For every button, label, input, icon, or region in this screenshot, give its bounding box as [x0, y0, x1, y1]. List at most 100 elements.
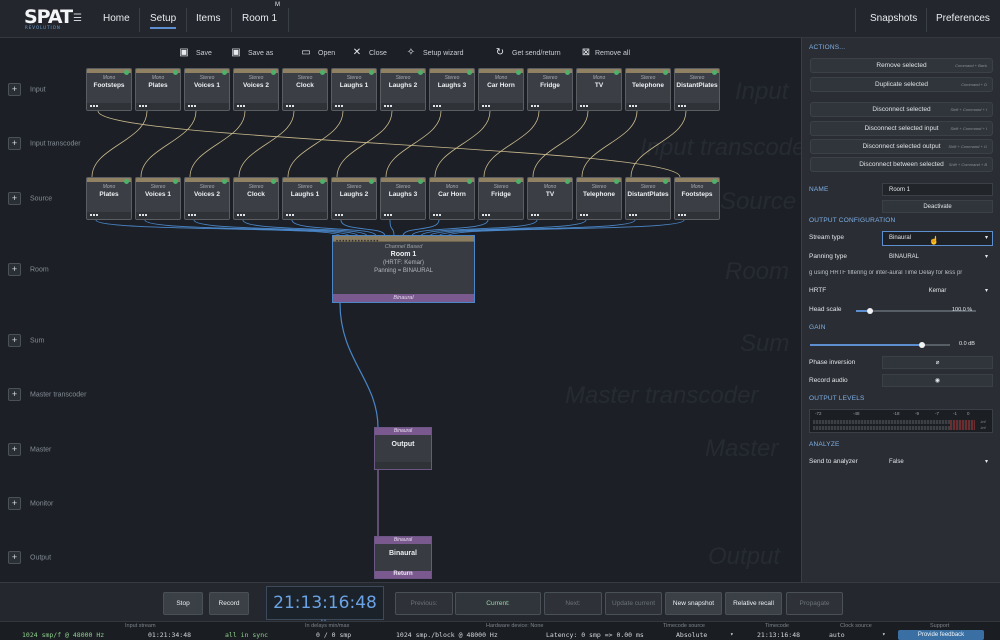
- node-output-port[interactable]: [139, 214, 147, 217]
- node-output-port[interactable]: [482, 105, 490, 108]
- node-output-port[interactable]: [580, 105, 588, 108]
- new-snapshot-button[interactable]: New snapshot: [665, 592, 722, 615]
- node-type: Mono: [445, 184, 459, 190]
- input-node[interactable]: Stereo Voices 2: [233, 68, 279, 111]
- source-node[interactable]: Stereo DistantPlates: [625, 177, 671, 220]
- node-output-port[interactable]: [433, 214, 441, 217]
- node-output-port[interactable]: [384, 214, 392, 217]
- node-output-port[interactable]: [678, 214, 686, 217]
- node-output-port[interactable]: [188, 214, 196, 217]
- input-node[interactable]: Stereo Fridge: [527, 68, 573, 111]
- panning-type-select[interactable]: BINAURAL ▾: [882, 250, 993, 263]
- name-field[interactable]: Room 1: [882, 183, 993, 196]
- record-audio-toggle[interactable]: ◉: [882, 374, 993, 387]
- source-node[interactable]: Stereo Laughs 1: [282, 177, 328, 220]
- node-output-port[interactable]: [482, 214, 490, 217]
- node-output-port[interactable]: [629, 105, 637, 108]
- input-node[interactable]: Stereo Laughs 2: [380, 68, 426, 111]
- input-node[interactable]: Stereo Voices 1: [184, 68, 230, 111]
- node-type: Stereo: [248, 184, 264, 190]
- send-to-analyzer-select[interactable]: False ▾: [882, 455, 993, 468]
- current-snapshot-button[interactable]: Current:: [455, 592, 541, 615]
- duplicate-selected-button[interactable]: Duplicate selected Command + D: [810, 77, 993, 92]
- source-node[interactable]: Stereo Laughs 3: [380, 177, 426, 220]
- clock-source-select[interactable]: auto: [829, 631, 845, 639]
- node-output-port[interactable]: [335, 105, 343, 108]
- node-output-port[interactable]: [531, 214, 539, 217]
- stop-button[interactable]: Stop: [163, 592, 203, 615]
- source-node[interactable]: Stereo Fridge: [478, 177, 524, 220]
- input-node[interactable]: Stereo DistantPlates: [674, 68, 720, 111]
- source-node[interactable]: Mono Car Horn: [429, 177, 475, 220]
- input-node[interactable]: Mono TV: [576, 68, 622, 111]
- input-node[interactable]: Stereo Telephone: [625, 68, 671, 111]
- master-output-node[interactable]: Binaural Output: [374, 427, 432, 470]
- actions-title[interactable]: ACTIONS...: [809, 44, 845, 51]
- phase-inversion-toggle[interactable]: ⌀: [882, 356, 993, 369]
- node-name: Fridge: [491, 191, 511, 198]
- node-output-port[interactable]: [286, 214, 294, 217]
- gain-slider-handle[interactable]: [919, 342, 925, 348]
- source-node[interactable]: Stereo Voices 1: [135, 177, 181, 220]
- meter-tick-label: 0: [967, 411, 970, 416]
- hrtf-select[interactable]: Kemar ▾: [882, 284, 993, 297]
- node-type: Stereo: [640, 75, 656, 81]
- node-output-port[interactable]: [237, 214, 245, 217]
- node-status-icon: [418, 179, 423, 184]
- node-output-port[interactable]: [531, 105, 539, 108]
- remove-selected-label: Remove selected: [876, 62, 927, 69]
- disconnect-selected-input-button[interactable]: Disconnect selected input Shift + Command…: [810, 121, 993, 136]
- next-snapshot-button[interactable]: Next:: [544, 592, 602, 615]
- propagate-button[interactable]: Propagate: [786, 592, 843, 615]
- node-output-port[interactable]: [90, 105, 98, 108]
- disconnect-selected-button[interactable]: Disconnect selected Shift + Command + I: [810, 102, 993, 117]
- source-node[interactable]: Stereo Laughs 2: [331, 177, 377, 220]
- node-output-port[interactable]: [90, 214, 98, 217]
- input-node[interactable]: Stereo Laughs 3: [429, 68, 475, 111]
- disconnect-between-selected-button[interactable]: Disconnect between selected Shift + Comma…: [810, 157, 993, 172]
- node-name: Laughs 2: [388, 82, 418, 89]
- node-status-icon: [271, 179, 276, 184]
- node-output-port[interactable]: [580, 214, 588, 217]
- node-status-icon: [418, 70, 423, 75]
- disconnect-between-selected-shortcut: Shift + Command + B: [948, 162, 987, 167]
- source-node[interactable]: Stereo Telephone: [576, 177, 622, 220]
- node-output-port[interactable]: [384, 105, 392, 108]
- source-node[interactable]: Stereo Clock: [233, 177, 279, 220]
- snapshots-button[interactable]: Snapshots: [870, 13, 917, 24]
- panning-description: g using HRTF filtering or inter-aural Ti…: [809, 270, 963, 276]
- node-output-port[interactable]: [139, 105, 147, 108]
- input-node[interactable]: Stereo Clock: [282, 68, 328, 111]
- source-node[interactable]: Stereo Voices 2: [184, 177, 230, 220]
- input-node[interactable]: Stereo Laughs 1: [331, 68, 377, 111]
- record-button[interactable]: Record: [209, 592, 249, 615]
- disconnect-selected-output-button[interactable]: Disconnect selected output Shift + Comman…: [810, 139, 993, 154]
- binaural-output-node[interactable]: Binaural Binaural Return: [374, 536, 432, 579]
- timecode-source-select[interactable]: Absolute: [676, 631, 707, 639]
- node-output-port[interactable]: [678, 105, 686, 108]
- node-output-port[interactable]: [237, 105, 245, 108]
- node-name: Voices 2: [243, 82, 269, 89]
- node-output-port[interactable]: [188, 105, 196, 108]
- node-output-port[interactable]: [286, 105, 294, 108]
- node-output-port[interactable]: [335, 214, 343, 217]
- preferences-button[interactable]: Preferences: [936, 13, 990, 24]
- head-scale-slider-handle[interactable]: [867, 308, 874, 314]
- room-node[interactable]: •••••••••••••• Channel Based Room 1 (HRT…: [332, 235, 475, 303]
- stream-type-select[interactable]: Binaural ▾ ☝: [882, 231, 993, 246]
- input-node[interactable]: Mono Car Horn: [478, 68, 524, 111]
- node-output-port[interactable]: [433, 105, 441, 108]
- update-current-button[interactable]: Update current: [605, 592, 662, 615]
- source-node[interactable]: Mono TV: [527, 177, 573, 220]
- provide-feedback-button[interactable]: Provide feedback: [898, 630, 984, 640]
- meter-right-value: -inf: [980, 425, 986, 430]
- input-node[interactable]: Mono Footsteps: [86, 68, 132, 111]
- source-node[interactable]: Mono Footsteps: [674, 177, 720, 220]
- relative-recall-button[interactable]: Relative recall: [725, 592, 782, 615]
- input-node[interactable]: Mono Plates: [135, 68, 181, 111]
- node-output-port[interactable]: [629, 214, 637, 217]
- remove-selected-button[interactable]: Remove selected Command + Back: [810, 58, 993, 73]
- source-node[interactable]: Mono Plates: [86, 177, 132, 220]
- previous-snapshot-button[interactable]: Previous:: [395, 592, 453, 615]
- deactivate-button[interactable]: Deactivate: [882, 200, 993, 213]
